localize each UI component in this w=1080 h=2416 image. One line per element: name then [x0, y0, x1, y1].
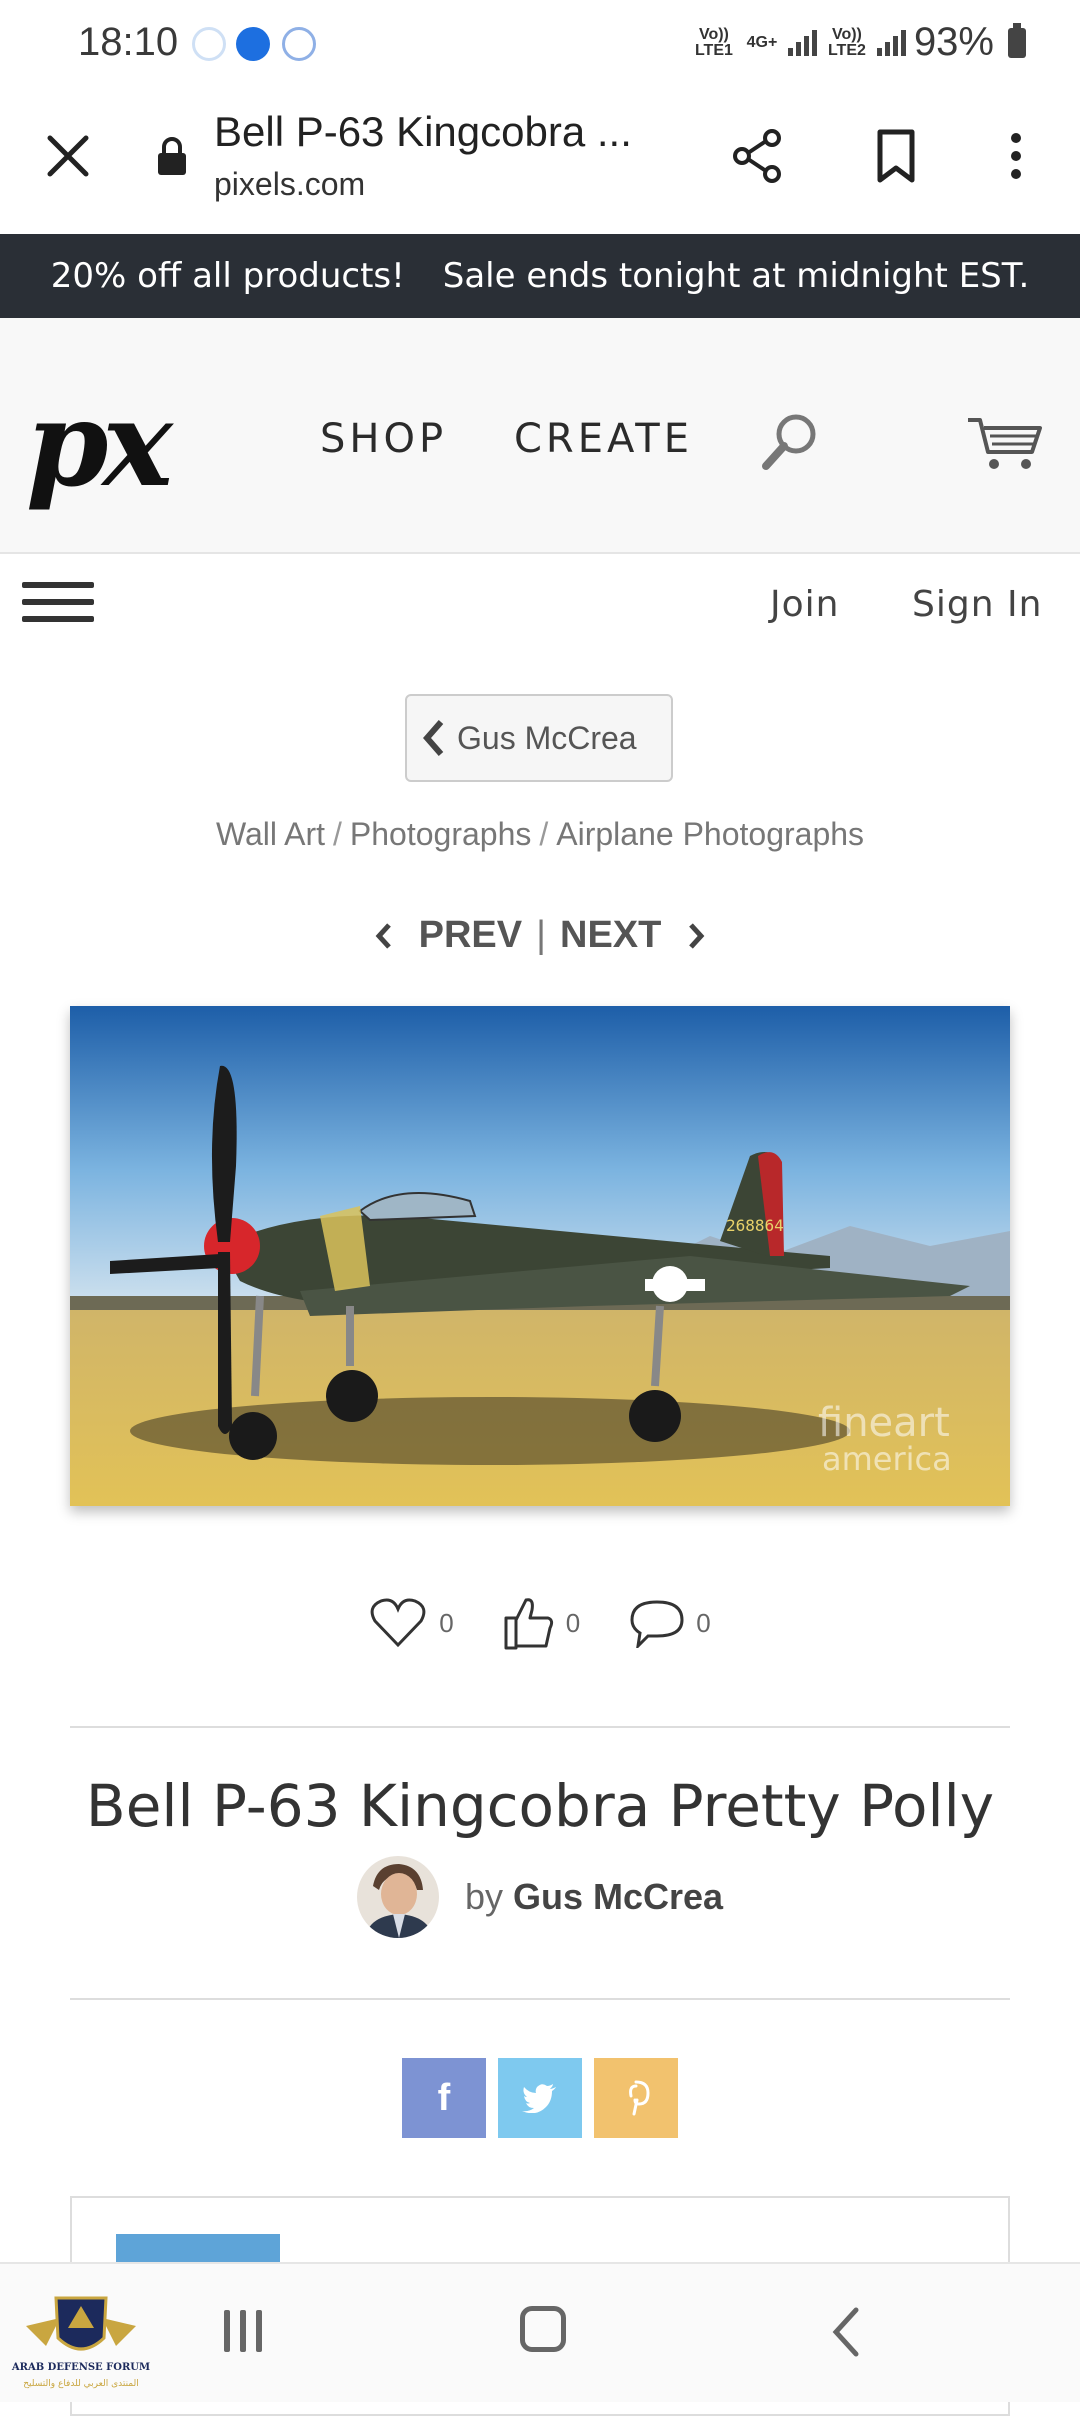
artwork-title: Bell P-63 Kingcobra Pretty Polly: [85, 1772, 995, 1840]
artist-name-link[interactable]: Gus McCrea: [513, 1876, 723, 1917]
arab-defense-forum-logo: ARAB DEFENSE FORUM المنتدى العربي للدفاع…: [11, 2296, 150, 2389]
divider: [70, 1998, 1010, 2000]
sim2-indicator: Vo)) LTE2: [827, 25, 866, 59]
battery-icon: [1008, 22, 1026, 58]
social-share-row: f: [0, 2058, 1080, 2138]
promo-deadline: Sale ends tonight at midnight EST.: [442, 256, 1030, 296]
sim1-indicator: Vo)) LTE1: [694, 25, 733, 59]
watermark-america: america: [822, 1440, 952, 1478]
thumbs-up-icon[interactable]: [504, 1596, 554, 1650]
chevron-left-icon[interactable]: [373, 921, 395, 951]
chevron-left-icon: [423, 720, 444, 756]
artist-byline: by Gus McCrea: [0, 1856, 1080, 1938]
byline-prefix: by: [464, 1876, 503, 1917]
pinterest-share-button[interactable]: [594, 2058, 678, 2138]
breadcrumb: Wall Art / Photographs / Airplane Photograph…: [215, 816, 865, 852]
tab-title[interactable]: Bell P-63 Kingcobra ...: [214, 108, 632, 156]
facebook-icon: f: [437, 2076, 451, 2119]
tail-number: 268864: [726, 1216, 784, 1235]
facebook-share-button[interactable]: f: [402, 2058, 486, 2138]
url-domain[interactable]: pixels.com: [214, 166, 365, 203]
search-icon[interactable]: [758, 410, 822, 474]
divider: [70, 1726, 1010, 1728]
hamburger-menu-icon[interactable]: [22, 582, 94, 630]
more-options-icon[interactable]: [996, 126, 1036, 186]
prev-next-pager: PREV | NEXT: [0, 914, 1080, 957]
bookmark-icon[interactable]: [866, 126, 926, 186]
join-link[interactable]: Join: [770, 584, 839, 625]
like-count: 0: [565, 1607, 581, 1638]
back-button[interactable]: [826, 2304, 866, 2360]
share-icon[interactable]: [728, 126, 788, 186]
status-time: 18:10: [78, 20, 179, 64]
nav-create[interactable]: CREATE: [514, 416, 693, 462]
twitter-share-button[interactable]: [498, 2058, 582, 2138]
status-right: Vo)) LTE1 4G+ Vo)) LTE2 93%: [692, 20, 1026, 65]
home-button[interactable]: [520, 2306, 566, 2352]
favorite-count: 0: [439, 1607, 454, 1638]
forum-logo-arabic: المنتدى العربي للدفاع والتسليح: [23, 2379, 138, 2389]
px-logo[interactable]: px: [26, 374, 173, 513]
browser-toolbar: Bell P-63 Kingcobra ... pixels.com: [0, 90, 1080, 236]
signal-bars-icon: [876, 29, 906, 56]
app-notification-icon: [192, 27, 226, 61]
cart-icon[interactable]: [966, 412, 1044, 474]
promo-banner[interactable]: 20% off all products! Sale ends tonight …: [0, 234, 1080, 318]
close-icon[interactable]: [40, 128, 96, 184]
status-bar: 18:10 Vo)) LTE1 4G+ Vo)) LTE2 93%: [0, 0, 1080, 90]
prev-link[interactable]: PREV: [419, 914, 522, 957]
pinterest-icon: [629, 2080, 650, 2116]
sim-4g-indicator: 4G+: [746, 33, 778, 51]
next-link[interactable]: NEXT: [560, 914, 661, 957]
comment-action[interactable]: 0: [630, 1598, 711, 1648]
comment-count: 0: [696, 1607, 711, 1638]
breadcrumb-wall-art[interactable]: Wall Art: [216, 816, 325, 852]
pager-separator: |: [536, 914, 546, 956]
site-header: px SHOP CREATE: [0, 318, 1080, 554]
notification-count-icon: [282, 27, 316, 61]
breadcrumb-photographs[interactable]: Photographs: [350, 816, 531, 852]
promo-offer: 20% off all products!: [50, 256, 405, 296]
heart-icon[interactable]: [369, 1597, 427, 1649]
breadcrumb-airplane-photographs[interactable]: Airplane Photographs: [556, 816, 864, 852]
signal-bars-icon: [787, 29, 817, 56]
twitter-icon: [522, 2084, 556, 2113]
chevron-right-icon[interactable]: [685, 921, 707, 951]
like-action[interactable]: 0: [504, 1596, 580, 1650]
battery-percent: 93%: [913, 20, 994, 64]
skype-icon: [236, 27, 270, 61]
lock-icon: [158, 137, 186, 175]
nav-shop[interactable]: SHOP: [320, 416, 447, 462]
artist-back-label: Gus McCrea: [457, 719, 637, 756]
comment-icon[interactable]: [630, 1598, 684, 1648]
forum-logo-name: ARAB DEFENSE FORUM: [11, 2362, 150, 2373]
recent-apps-button[interactable]: [218, 2310, 268, 2356]
sign-in-link[interactable]: Sign In: [912, 584, 1042, 625]
reaction-bar: 0 0 0: [0, 1596, 1080, 1650]
artist-back-button[interactable]: Gus McCrea: [405, 694, 673, 782]
favorite-action[interactable]: 0: [369, 1597, 454, 1649]
artwork-image[interactable]: 268864 fineart america: [70, 1006, 1010, 1506]
system-nav-bar: ARAB DEFENSE FORUM المنتدى العربي للدفاع…: [0, 2262, 1080, 2402]
artist-avatar[interactable]: [356, 1856, 439, 1938]
